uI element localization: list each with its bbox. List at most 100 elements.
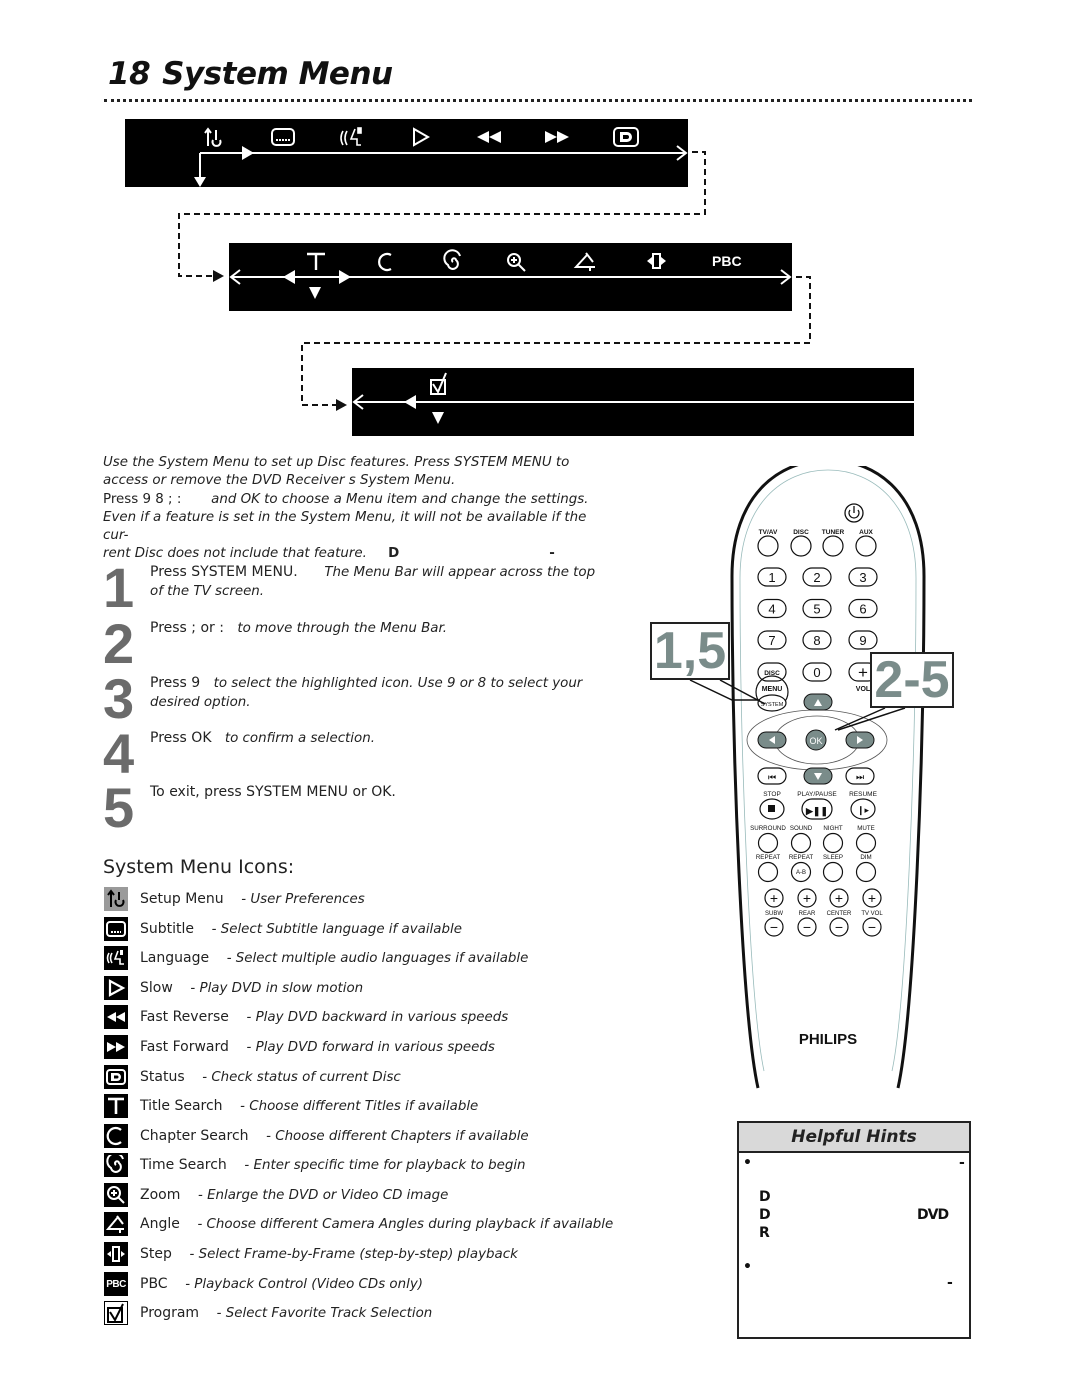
icon-list-item-step: Step - Select Frame-by-Frame (step-by-st…	[104, 1242, 624, 1268]
icon-description: - Choose different Camera Angles during …	[193, 1217, 614, 1232]
function-button-mute[interactable]	[855, 832, 877, 854]
minus-icon: −	[770, 919, 778, 935]
icon-list-item-fast-reverse: Fast Reverse - Play DVD backward in vari…	[104, 1005, 624, 1031]
icon-list-item-time-search: Time Search - Enter specific time for pl…	[104, 1153, 624, 1179]
icon-description: - Select Favorite Track Selection	[212, 1306, 433, 1321]
icon-list-item-pbc: PBC PBC - Playback Control (Video CDs onl…	[104, 1272, 624, 1298]
icon-description: - Playback Control (Video CDs only)	[180, 1277, 423, 1292]
setup-menu-icon	[104, 887, 128, 911]
icon-description: - Play DVD in slow motion	[186, 981, 364, 996]
language-icon	[104, 946, 128, 970]
title-search-icon	[104, 1094, 128, 1118]
function-button-sleep-2[interactable]	[822, 861, 844, 883]
program-icon	[104, 1301, 128, 1325]
hint-bullet: •	[743, 1155, 752, 1171]
icon-description: - Check status of current Disc	[197, 1070, 401, 1085]
icon-list-label: Title Search - Choose different Titles i…	[140, 1098, 478, 1114]
icon-description: - Enter specific time for playback to be…	[240, 1158, 526, 1173]
plus-icon: +	[868, 890, 876, 906]
icon-list-label: Program - Select Favorite Track Selectio…	[140, 1305, 432, 1321]
plus-icon: +	[770, 890, 778, 906]
fast-reverse-icon	[104, 1005, 128, 1029]
level-label: CENTER	[827, 911, 852, 917]
remote-brand: PHILIPS	[799, 1031, 857, 1048]
icon-list-label: Zoom - Enlarge the DVD or Video CD image	[140, 1187, 448, 1203]
function-label: NIGHT	[823, 825, 842, 832]
icon-list-label: Language - Select multiple audio languag…	[140, 950, 528, 966]
icon-list-item-slow: Slow - Play DVD in slow motion	[104, 976, 624, 1002]
subtitle-icon	[104, 917, 128, 941]
hint-fragment: R	[759, 1225, 770, 1241]
icon-list-item-subtitle: Subtitle - Select Subtitle language if a…	[104, 917, 624, 943]
function-button-night[interactable]	[822, 832, 844, 854]
icon-list-label: Fast Forward - Play DVD forward in vario…	[140, 1039, 495, 1055]
callout-steps-1-5: 1,5	[650, 622, 730, 680]
stop-icon	[768, 805, 775, 812]
chapter-search-icon	[104, 1124, 128, 1148]
icon-list-label: Subtitle - Select Subtitle language if a…	[140, 921, 462, 937]
pbc-icon: PBC	[104, 1272, 128, 1296]
level-label: TV VOL	[861, 911, 883, 917]
icon-list-label: Step - Select Frame-by-Frame (step-by-st…	[140, 1246, 518, 1262]
icon-list-label: Chapter Search - Choose different Chapte…	[140, 1128, 529, 1144]
function-label: SOUND	[790, 825, 813, 832]
icon-name: Zoom	[140, 1187, 194, 1203]
icon-name: Program	[140, 1305, 213, 1321]
icon-description: - Select multiple audio languages if ava…	[222, 951, 529, 966]
helpful-hints-box: Helpful Hints • - D D DVD R • -	[737, 1121, 971, 1339]
function-button-surround[interactable]	[757, 832, 779, 854]
hint-bullet: •	[743, 1259, 752, 1275]
function-button-repeat-0[interactable]	[757, 861, 779, 883]
time-search-icon	[104, 1153, 128, 1177]
icon-name: Setup Menu	[140, 891, 237, 907]
function-label: REPEAT	[789, 854, 814, 861]
icon-list-label: Time Search - Enter specific time for pl…	[140, 1157, 526, 1173]
play-pause-icon: ▶❚❚	[805, 806, 828, 817]
icon-description: - Play DVD forward in various speeds	[242, 1040, 495, 1055]
icon-list-label: Slow - Play DVD in slow motion	[140, 980, 363, 996]
icon-name: Fast Forward	[140, 1039, 243, 1055]
helpful-hints-body: • - D D DVD R • -	[739, 1153, 969, 1337]
icon-description: - Choose different Titles if available	[235, 1099, 479, 1114]
plus-icon: +	[803, 890, 811, 906]
fast-forward-icon	[104, 1035, 128, 1059]
icon-list-label: Setup Menu - User Preferences	[140, 891, 365, 907]
icon-name: PBC	[140, 1276, 181, 1292]
function-label: SLEEP	[823, 854, 843, 861]
helpful-hints-title: Helpful Hints	[739, 1123, 969, 1153]
minus-icon: −	[803, 919, 811, 935]
icon-name: Step	[140, 1246, 186, 1262]
zoom-icon	[104, 1183, 128, 1207]
icon-name: Fast Reverse	[140, 1009, 243, 1025]
icon-description: - User Preferences	[237, 892, 365, 907]
icon-description: - Select Subtitle language if available	[207, 922, 462, 937]
icon-name: Chapter Search	[140, 1128, 262, 1144]
hint-fragment: -	[959, 1155, 965, 1171]
icon-name: Language	[140, 950, 223, 966]
callout-steps-2-5: 2-5	[870, 652, 954, 708]
level-label: SUBW	[765, 911, 783, 917]
function-button-sound[interactable]	[790, 832, 812, 854]
icon-description: - Play DVD backward in various speeds	[242, 1010, 509, 1025]
step-icon	[104, 1242, 128, 1266]
icon-list-item-setup-menu: Setup Menu - User Preferences	[104, 887, 624, 913]
status-icon	[104, 1065, 128, 1089]
function-label: DIM	[860, 854, 871, 861]
plus-icon: +	[835, 890, 843, 906]
hint-fragment: D	[759, 1207, 771, 1223]
icon-list-label: Angle - Choose different Camera Angles d…	[140, 1216, 613, 1232]
icon-list-label: PBC - Playback Control (Video CDs only)	[140, 1276, 423, 1292]
hint-fragment: D	[759, 1189, 771, 1205]
icon-list-item-title-search: Title Search - Choose different Titles i…	[104, 1094, 624, 1120]
icon-name: Title Search	[140, 1098, 236, 1114]
resume-icon: ❙▸	[857, 805, 870, 816]
slow-icon	[104, 976, 128, 1000]
icons-section-heading: System Menu Icons:	[103, 856, 295, 878]
icon-name: Status	[140, 1069, 198, 1085]
icon-name: Slow	[140, 980, 187, 996]
angle-icon	[104, 1212, 128, 1236]
ab-label: A-B	[796, 870, 806, 876]
function-button-dim-3[interactable]	[855, 861, 877, 883]
icon-list-item-chapter-search: Chapter Search - Choose different Chapte…	[104, 1124, 624, 1150]
icon-list-item-program: Program - Select Favorite Track Selectio…	[104, 1301, 624, 1327]
